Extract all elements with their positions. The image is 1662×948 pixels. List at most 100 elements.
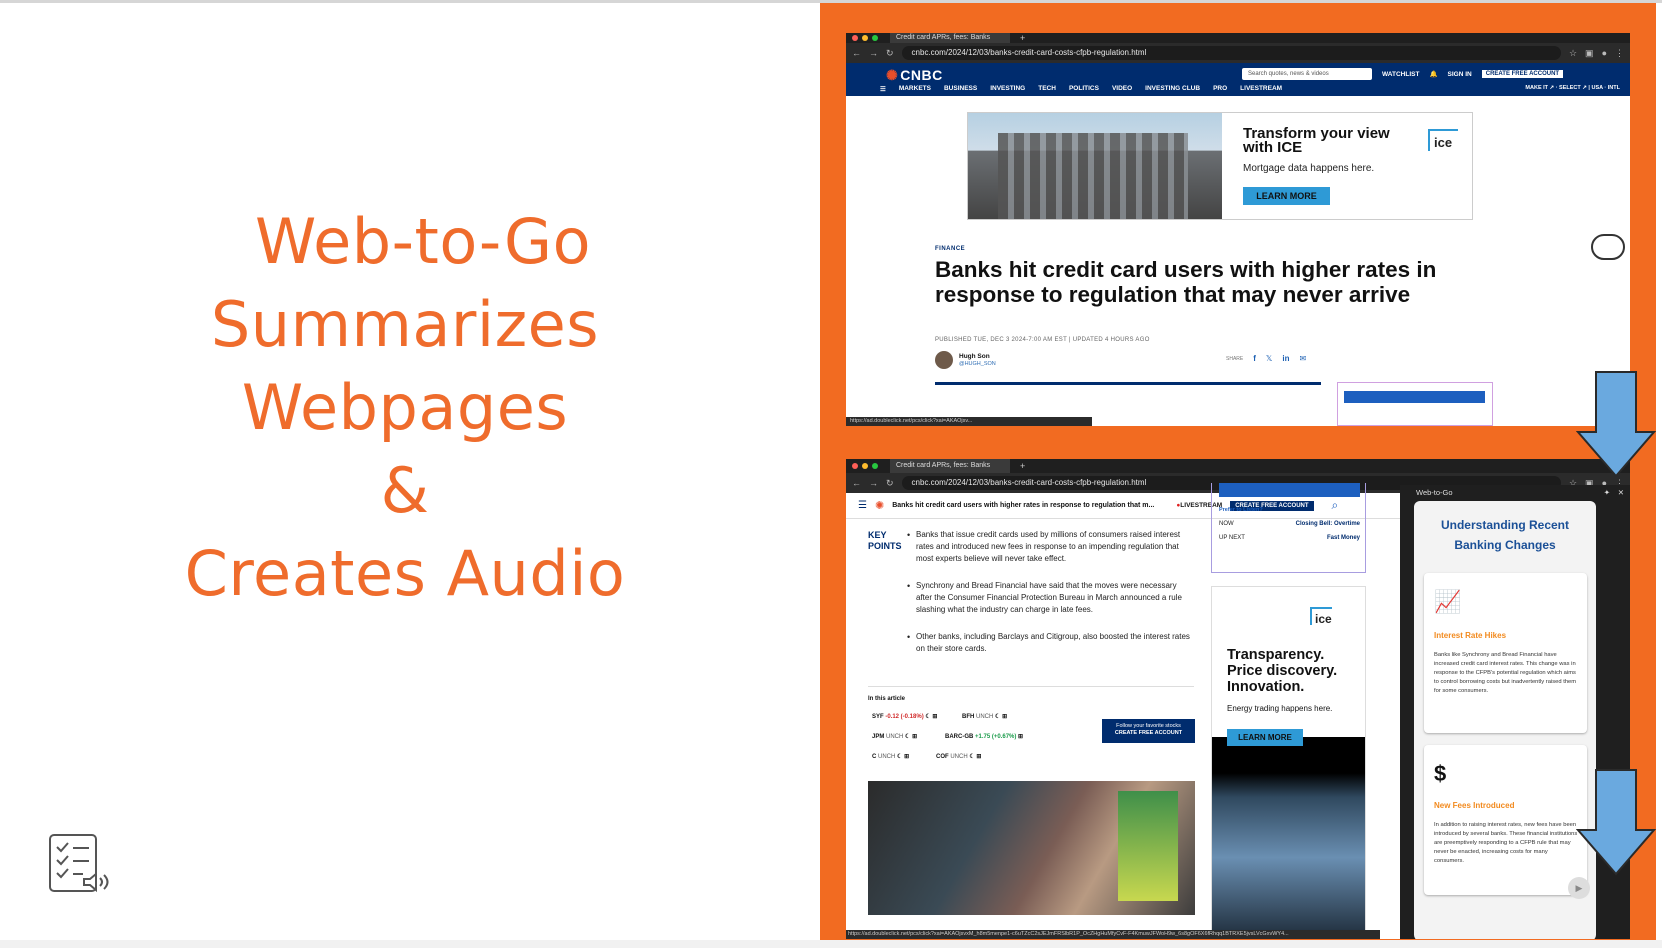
ice-logo: ice <box>1428 129 1458 151</box>
nav-video[interactable]: VIDEO <box>1112 85 1132 93</box>
ad2-learn-more-button[interactable]: LEARN MORE <box>1227 729 1303 746</box>
browser-tab-2[interactable]: Credit card APRs, fees: Banks <box>890 459 1010 473</box>
back-icon[interactable]: ← <box>852 48 861 58</box>
reload-icon[interactable]: ↻ <box>886 48 894 59</box>
close-window-dot-2[interactable] <box>852 463 858 469</box>
email-icon[interactable]: ✉ <box>1299 354 1306 363</box>
close-window-dot[interactable] <box>852 35 858 41</box>
bookmark-star-icon[interactable]: ☆ <box>1569 48 1577 59</box>
now-show[interactable]: Closing Bell: Overtime <box>1296 521 1360 527</box>
author-name[interactable]: Hugh Son <box>959 353 996 361</box>
hamburger-icon[interactable]: ☰ <box>880 85 886 93</box>
down-arrow-icon <box>1576 769 1656 876</box>
ticker-symbol: JPM <box>872 734 885 740</box>
cnbc-nav: ☰ MARKETS BUSINESS INVESTING TECH POLITI… <box>880 85 1282 93</box>
x-icon[interactable]: 𝕏 <box>1266 354 1272 363</box>
nav-tech[interactable]: TECH <box>1038 85 1056 93</box>
author-byline[interactable]: Hugh Son @HUGH_SON <box>935 351 996 369</box>
ticker-symbol: BARC-GB <box>945 734 974 740</box>
close-icon[interactable]: ✕ <box>1618 485 1624 501</box>
sign-in-link[interactable]: SIGN IN <box>1448 71 1472 78</box>
hamburger-icon-2[interactable]: ☰ <box>858 500 867 511</box>
author-handle[interactable]: @HUGH_SON <box>959 361 996 367</box>
maximize-window-dot[interactable] <box>872 35 878 41</box>
down-arrow-icon <box>1576 371 1656 478</box>
ticker-bfh[interactable]: BFH UNCH ☾ ⊞ <box>962 713 1007 720</box>
browser-tab[interactable]: Credit card APRs, fees: Banks <box>890 33 1010 43</box>
nav-pro[interactable]: PRO <box>1213 85 1227 93</box>
nav-investing-club[interactable]: INVESTING CLUB <box>1145 85 1200 93</box>
chart-up-icon: 📈 <box>1434 589 1462 614</box>
bell-icon[interactable]: 🔔 <box>1429 70 1437 78</box>
card-heading: New Fees Introduced <box>1434 801 1515 810</box>
summary-title: Understanding Recent Banking Changes <box>1440 518 1569 552</box>
ticker-symbol: COF <box>936 754 949 760</box>
nav-investing[interactable]: INVESTING <box>990 85 1025 93</box>
in-this-article-label: In this article <box>868 696 906 702</box>
profile-icon[interactable]: ● <box>1602 48 1607 58</box>
ticker-cof[interactable]: COF UNCH ☾ ⊞ <box>936 753 981 760</box>
nav-livestream[interactable]: LIVESTREAM <box>1240 85 1282 93</box>
sidepanel-title: Web-to-Go <box>1416 488 1453 497</box>
summary-card: $ New Fees Introduced In addition to rai… <box>1424 745 1587 895</box>
ice-ad-vertical[interactable]: ice Transparency. Price discovery. Innov… <box>1211 586 1366 939</box>
ticker-symbol: C <box>872 754 877 760</box>
play-audio-button[interactable]: ▶ <box>1568 877 1590 899</box>
ticker-jpm[interactable]: JPM UNCH ☾ ⊞ <box>872 733 917 740</box>
linkedin-icon[interactable]: in <box>1282 354 1289 363</box>
create-account-button[interactable]: CREATE FREE ACCOUNT <box>1481 70 1564 78</box>
watch-livestream-button-2[interactable] <box>1219 483 1360 497</box>
minimize-window-dot[interactable] <box>862 35 868 41</box>
watchlist-link[interactable]: WATCHLIST <box>1382 71 1419 78</box>
facebook-icon[interactable]: f <box>1253 354 1256 363</box>
cnbc-logo[interactable]: ✺ CNBC <box>886 67 943 84</box>
schedule-next: UP NEXT Fast Money <box>1219 535 1360 541</box>
cnbc-peacock-icon[interactable]: ✺ <box>875 499 884 512</box>
nav-business[interactable]: BUSINESS <box>944 85 977 93</box>
key-point-3: Other banks, including Barclays and Citi… <box>907 631 1191 655</box>
ice-ad-banner[interactable]: Transform your view with ICE Mortgage da… <box>967 112 1473 220</box>
minimize-window-dot-2[interactable] <box>862 463 868 469</box>
back-icon-2[interactable]: ← <box>852 478 861 488</box>
new-tab-icon[interactable]: + <box>1020 33 1025 43</box>
checklist-audio-icon <box>49 834 109 893</box>
ticker-change: UNCH <box>976 714 994 720</box>
tab-bar: Credit card APRs, fees: Banks + <box>846 33 1630 43</box>
share-bar: SHARE f 𝕏 in ✉ <box>1226 354 1306 363</box>
title-line-1: Web-to-Go <box>254 205 592 278</box>
nav-politics[interactable]: POLITICS <box>1069 85 1099 93</box>
web-to-go-floating-button[interactable] <box>1591 234 1625 260</box>
follow-stocks-button[interactable]: Follow your favorite stocks CREATE FREE … <box>1102 719 1195 743</box>
peacock-icon: ✺ <box>886 67 899 83</box>
pin-icon[interactable]: ✦ <box>1604 485 1610 501</box>
edition-links[interactable]: MAKE IT ↗ · SELECT ↗ | USA · INTL <box>1525 85 1620 91</box>
nav-markets[interactable]: MARKETS <box>899 85 931 93</box>
ad2-pipeline-image <box>1212 737 1365 938</box>
maximize-window-dot-2[interactable] <box>872 463 878 469</box>
forward-icon[interactable]: → <box>869 48 878 58</box>
prefer-to-listen-link[interactable]: Prefer to Listen? <box>1219 507 1263 513</box>
next-label: UP NEXT <box>1219 535 1245 541</box>
menu-icon[interactable]: ⋮ <box>1615 48 1624 59</box>
divider <box>868 686 1194 687</box>
watch-live-panel: Prefer to Listen? NOW Closing Bell: Overt… <box>1211 483 1366 573</box>
ad-learn-more-button[interactable]: LEARN MORE <box>1243 187 1330 205</box>
status-bar-url: https://ad.doubleclick.net/pcs/click?xai… <box>846 417 1092 426</box>
forward-icon-2[interactable]: → <box>869 478 878 488</box>
slide: Web-to-Go Summarizes Webpages & Creates … <box>0 0 1662 948</box>
url-input[interactable]: cnbc.com/2024/12/03/banks-credit-card-co… <box>901 46 1561 60</box>
dollar-icon: $ <box>1434 761 1447 786</box>
next-show[interactable]: Fast Money <box>1327 535 1360 541</box>
ticker-barc[interactable]: BARC-GB +1.75 (+0.67%) ⊞ <box>945 733 1023 740</box>
article-kicker[interactable]: FINANCE <box>935 246 965 252</box>
title-line-3: Webpages <box>241 371 569 444</box>
reload-icon-2[interactable]: ↻ <box>886 478 894 489</box>
new-tab-icon-2[interactable]: + <box>1020 461 1025 471</box>
ticker-c[interactable]: C UNCH ☾ ⊞ <box>872 753 909 760</box>
ticker-syf[interactable]: SYF -0.12 (-0.18%) ☾ ⊞ <box>872 713 937 720</box>
site-search-input[interactable]: Search quotes, news & videos <box>1242 68 1372 80</box>
extensions-icon[interactable]: ▣ <box>1585 48 1594 59</box>
ad-subline: Mortgage data happens here. <box>1243 163 1375 174</box>
watch-livestream-button[interactable] <box>1344 391 1485 403</box>
ad2-subline: Energy trading happens here. <box>1227 704 1333 713</box>
